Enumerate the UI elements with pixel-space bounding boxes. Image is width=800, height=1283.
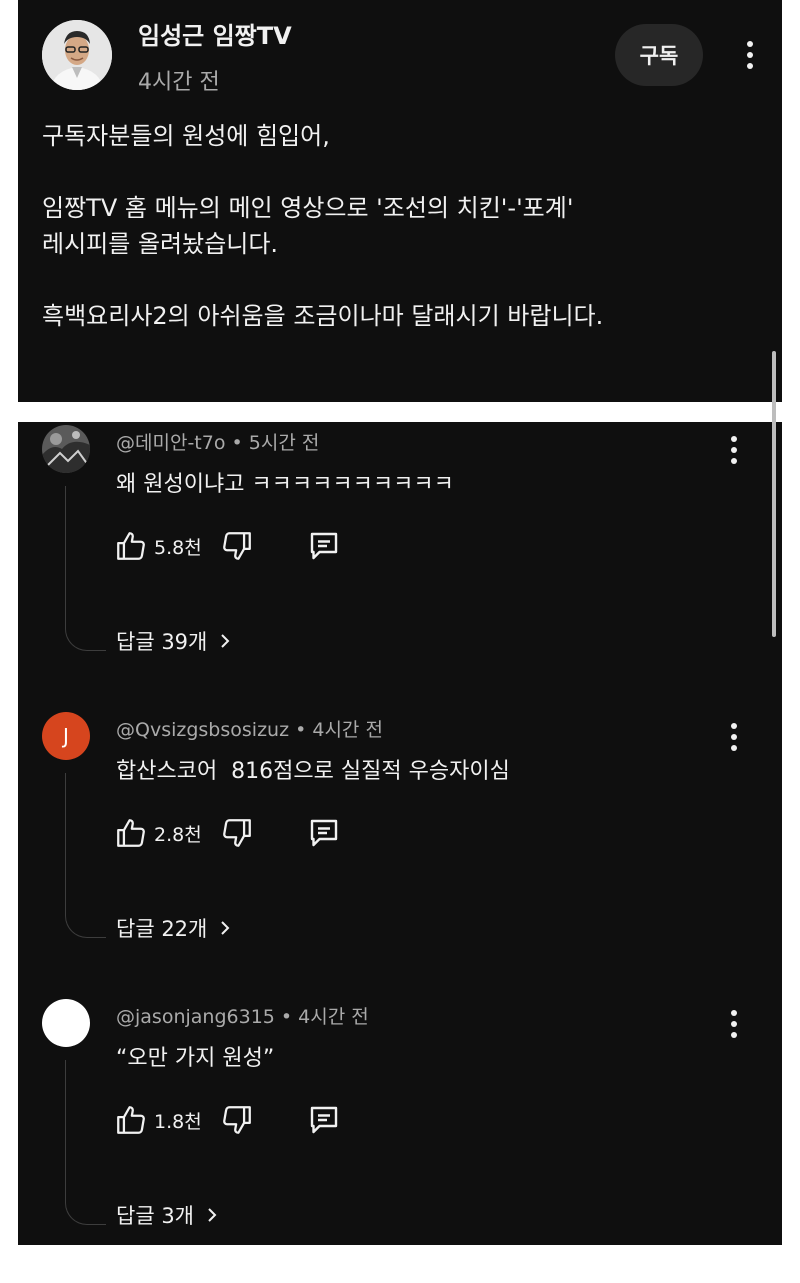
post-line: 레시피를 올려놨습니다. <box>42 230 279 258</box>
scrollbar[interactable] <box>772 351 776 637</box>
commenter-avatar[interactable] <box>42 999 90 1047</box>
thumb-down-icon <box>222 819 251 847</box>
thumb-down-icon <box>222 532 251 560</box>
comment-meta: @jasonjang6315 • 4시간 전 <box>116 1006 369 1028</box>
like-button[interactable]: 1.8천 <box>114 1103 220 1137</box>
thread-line <box>65 486 106 651</box>
reply-button[interactable] <box>306 1102 342 1138</box>
thread-line <box>65 1060 106 1225</box>
comment-time: 4시간 전 <box>312 719 383 741</box>
comment-item: @jasonjang6315 • 4시간 전 “오만 가지 원성” 1.8천 답… <box>18 996 782 1283</box>
post-line: 임짱TV 홈 메뉴의 메인 영상으로 '조선의 치킨'-'포계' <box>42 194 574 222</box>
channel-avatar-photo <box>42 20 112 90</box>
comment-meta: @데미안-t7o • 5시간 전 <box>116 432 320 454</box>
thumb-up-icon <box>117 819 145 847</box>
comment-time: 4시간 전 <box>298 1006 369 1028</box>
thumb-up-icon <box>117 532 145 560</box>
commenter-avatar-photo <box>42 425 90 473</box>
dislike-button[interactable] <box>220 529 254 563</box>
comment-meta: @Qvsizgsbsosizuz • 4시간 전 <box>116 719 383 741</box>
thumb-down-icon <box>222 1106 251 1134</box>
commenter-avatar[interactable]: J <box>42 712 90 760</box>
like-count: 2.8천 <box>154 823 202 846</box>
reply-button[interactable] <box>306 528 342 564</box>
post-body: 구독자분들의 원성에 힘입어, 임짱TV 홈 메뉴의 메인 영상으로 '조선의 … <box>42 118 762 334</box>
comment-actions: 5.8천 <box>114 526 342 566</box>
comment-icon <box>310 532 337 560</box>
comment-icon <box>310 1106 337 1134</box>
replies-count: 답글 22개 <box>116 917 208 941</box>
more-vert-icon[interactable] <box>722 719 746 755</box>
dislike-button[interactable] <box>220 1103 254 1137</box>
comment-text: 합산스코어 816점으로 실질적 우승자이심 <box>116 759 510 784</box>
comment-text: 왜 원성이냐고 ㅋㅋㅋㅋㅋㅋㅋㅋㅋㅋ <box>116 472 454 497</box>
post-line: 흑백요리사2의 아쉬움을 조금이나마 달래시기 바랍니다. <box>42 302 604 330</box>
comment-author[interactable]: @jasonjang6315 <box>116 1006 275 1028</box>
comment-item: J @Qvsizgsbsosizuz • 4시간 전 합산스코어 816점으로 … <box>18 709 782 996</box>
dislike-button[interactable] <box>220 816 254 850</box>
comment-actions: 1.8천 <box>114 1100 342 1140</box>
chevron-right-icon <box>221 921 230 935</box>
more-vert-icon[interactable] <box>738 37 762 73</box>
view-replies-button[interactable]: 답글 3개 <box>116 1200 220 1230</box>
comment-time: 5시간 전 <box>248 432 320 454</box>
like-button[interactable]: 2.8천 <box>114 816 220 850</box>
subscribe-button[interactable]: 구독 <box>615 24 703 86</box>
thumb-up-icon <box>117 1106 145 1134</box>
commenter-avatar[interactable] <box>42 425 90 473</box>
reply-button[interactable] <box>306 815 342 851</box>
thread-line <box>65 773 106 938</box>
replies-count: 답글 39개 <box>116 630 208 654</box>
like-count: 5.8천 <box>154 536 202 559</box>
post-time: 4시간 전 <box>138 70 220 95</box>
chevron-right-icon <box>208 1208 217 1222</box>
comment-item: @데미안-t7o • 5시간 전 왜 원성이냐고 ㅋㅋㅋㅋㅋㅋㅋㅋㅋㅋ 5.8천… <box>18 422 782 709</box>
comment-text: “오만 가지 원성” <box>116 1046 275 1071</box>
like-button[interactable]: 5.8천 <box>114 529 220 563</box>
comments-section: @데미안-t7o • 5시간 전 왜 원성이냐고 ㅋㅋㅋㅋㅋㅋㅋㅋㅋㅋ 5.8천… <box>18 422 782 1245</box>
more-vert-icon[interactable] <box>722 1006 746 1042</box>
channel-name[interactable]: 임성근 임짱TV <box>138 16 292 51</box>
post-line: 구독자분들의 원성에 힘입어, <box>42 122 330 150</box>
channel-avatar[interactable] <box>42 20 112 90</box>
more-vert-icon[interactable] <box>722 432 746 468</box>
comment-actions: 2.8천 <box>114 813 342 853</box>
replies-count: 답글 3개 <box>116 1204 194 1228</box>
chevron-right-icon <box>221 634 230 648</box>
like-count: 1.8천 <box>154 1110 202 1133</box>
view-replies-button[interactable]: 답글 39개 <box>116 626 233 656</box>
view-replies-button[interactable]: 답글 22개 <box>116 913 233 943</box>
comment-author[interactable]: @데미안-t7o <box>116 432 225 454</box>
comment-author[interactable]: @Qvsizgsbsosizuz <box>116 719 289 741</box>
comment-icon <box>310 819 337 847</box>
community-post: 임성근 임짱TV 4시간 전 구독 구독자분들의 원성에 힘입어, 임짱TV 홈… <box>18 0 782 402</box>
